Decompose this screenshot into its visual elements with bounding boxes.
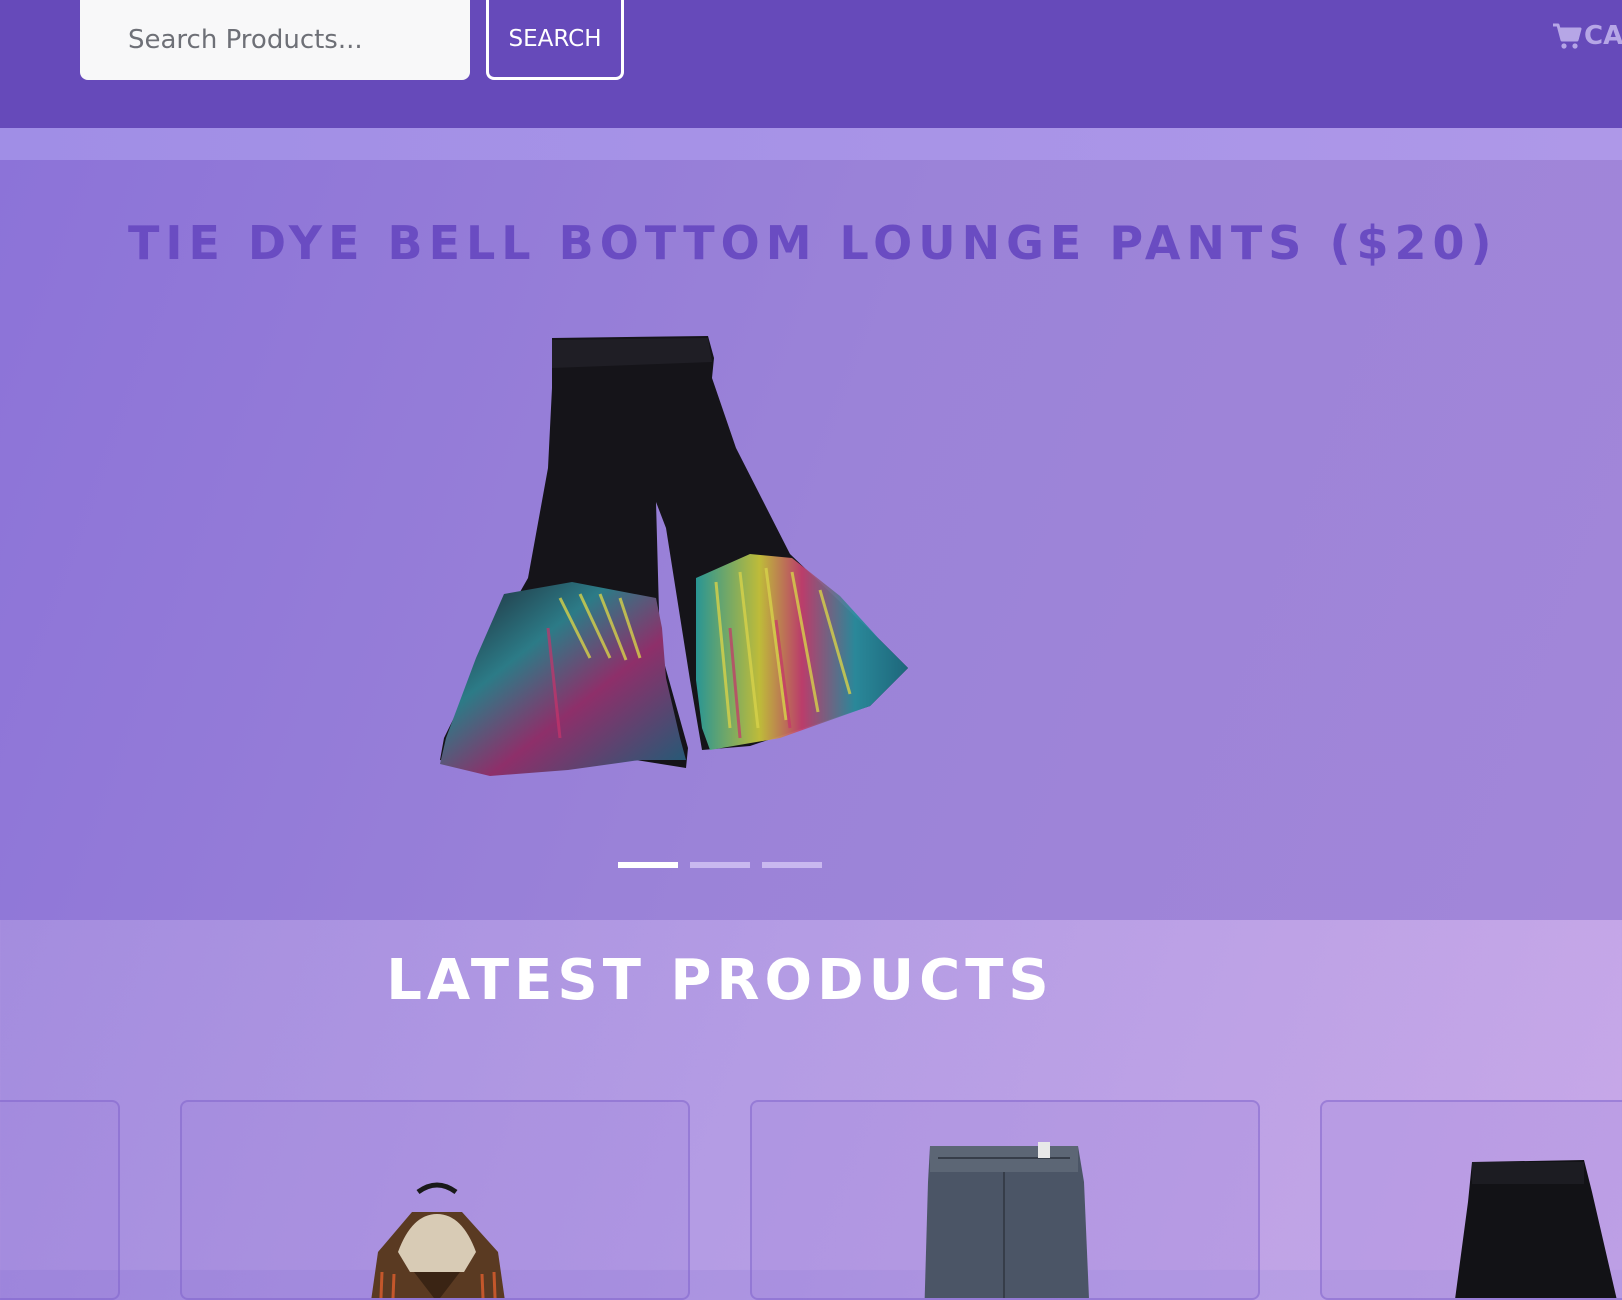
product-image-tie-dye-pants[interactable]: [440, 328, 940, 792]
carousel-indicators: [618, 862, 834, 868]
carousel-product-title[interactable]: TIE DYE BELL BOTTOM LOUNGE PANTS ($20): [128, 216, 1492, 270]
latest-products-title: LATEST PRODUCTS: [386, 948, 1054, 1013]
header-divider-band: [0, 128, 1622, 160]
navbar: Search Products... SEARCH CA: [0, 0, 1622, 128]
carousel-indicator-3[interactable]: [762, 862, 822, 868]
product-card[interactable]: [750, 1100, 1260, 1300]
product-image-jacket: [371, 1182, 505, 1298]
cart-link[interactable]: CA: [1552, 16, 1622, 56]
product-carousel[interactable]: TIE DYE BELL BOTTOM LOUNGE PANTS ($20): [0, 160, 1622, 920]
product-image-denim-pants: [924, 1142, 1089, 1298]
product-card[interactable]: [180, 1100, 690, 1300]
product-card[interactable]: [1320, 1100, 1622, 1300]
shopping-cart-icon: [1552, 22, 1584, 50]
cart-label: CA: [1584, 21, 1622, 51]
product-card[interactable]: [0, 1100, 120, 1300]
carousel-indicator-2[interactable]: [690, 862, 750, 868]
search-input[interactable]: Search Products...: [80, 0, 470, 80]
search-button[interactable]: SEARCH: [486, 0, 624, 80]
carousel-indicator-1[interactable]: [618, 862, 678, 868]
product-image-black-skirt: [1455, 1160, 1617, 1298]
